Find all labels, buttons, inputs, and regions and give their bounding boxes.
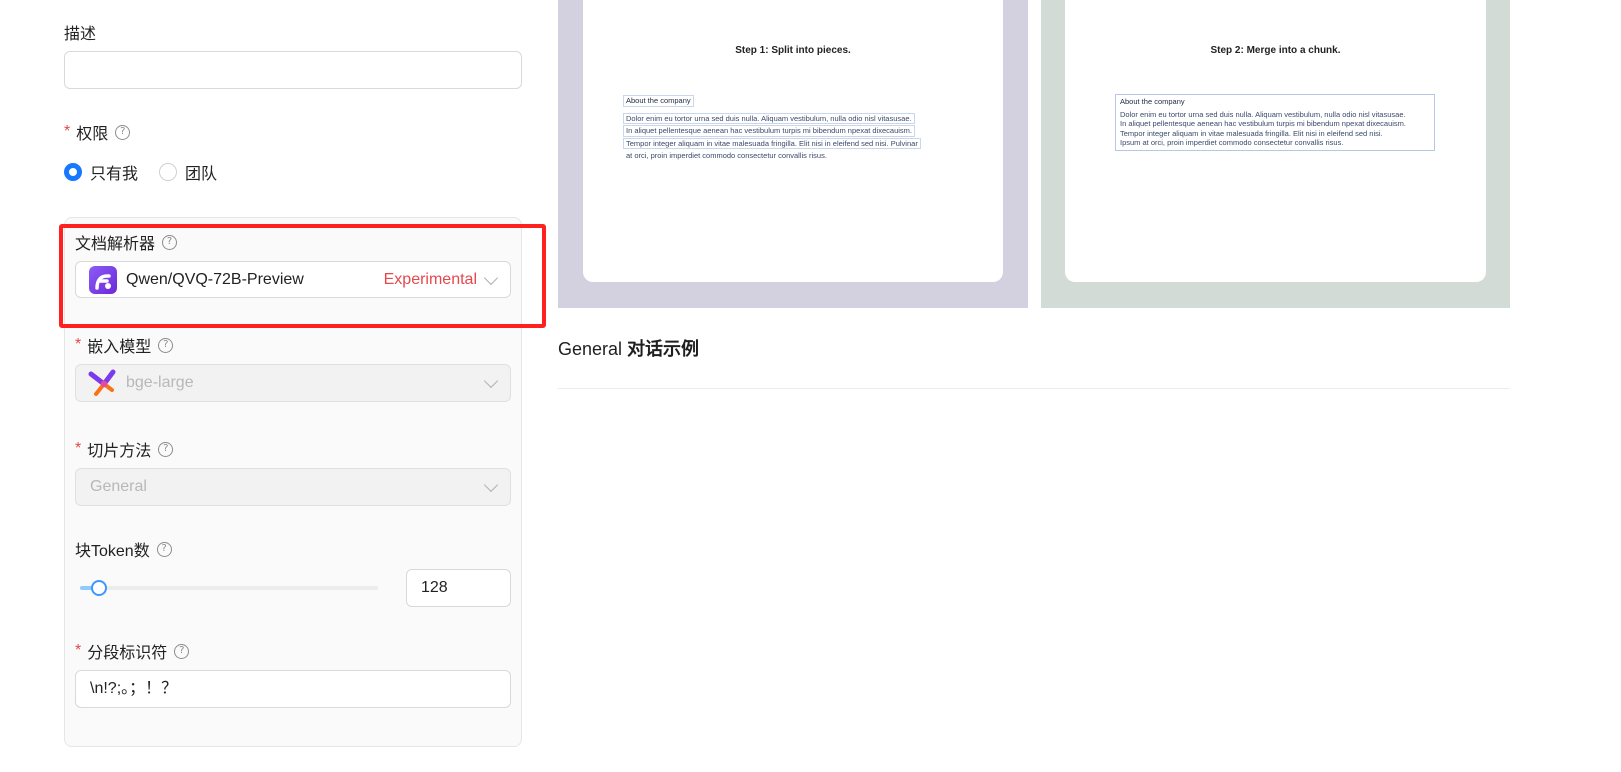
permission-option-only-me[interactable]: 只有我 — [64, 160, 138, 184]
embedding-select[interactable]: bge-large — [75, 364, 511, 402]
radio-unchecked-icon — [159, 163, 177, 181]
split-line: Tempor integer aliquam in vitae malesuad… — [623, 137, 921, 150]
split-preview-image: Step 1: Split into pieces. About the com… — [558, 0, 1028, 308]
merge-step-title: Step 2: Merge into a chunk. — [1210, 45, 1341, 56]
help-icon[interactable]: ? — [158, 441, 174, 457]
merge-line: Tempor integer aliquam in vitae malesuad… — [1120, 128, 1383, 138]
embedding-select-value: bge-large — [126, 374, 194, 391]
split-preview-card: Step 1: Split into pieces. About the com… — [583, 0, 1003, 282]
chunk-method-select-value: General — [90, 478, 147, 495]
permission-label: * 权限 ? — [64, 120, 131, 144]
help-icon[interactable]: ? — [158, 337, 174, 353]
section-title: General 对话示例 — [558, 339, 700, 359]
section-divider — [558, 388, 1510, 389]
chunk-method-label: * 切片方法 ? — [75, 437, 174, 461]
delimiter-label: * 分段标识符 ? — [75, 639, 190, 663]
delimiter-input-value: \n!?;。；！？ — [90, 680, 178, 697]
help-icon[interactable]: ? — [174, 643, 190, 659]
merged-chunk: About the company Dolor enim eu tortor u… — [1115, 94, 1435, 151]
description-input[interactable] — [64, 51, 522, 89]
radio-checked-icon — [64, 163, 82, 181]
required-mark: * — [75, 440, 82, 457]
merge-line: Dolor enim eu tortor urna sed duis nulla… — [1120, 109, 1406, 119]
merge-preview-image: Step 2: Merge into a chunk. About the co… — [1041, 0, 1510, 308]
description-label: 描述 — [64, 26, 97, 43]
merge-preview-card: Step 2: Merge into a chunk. About the co… — [1065, 0, 1486, 282]
chunk-method-select[interactable]: General — [75, 468, 511, 506]
chevron-down-icon — [483, 477, 499, 493]
merge-line: In aliquet pellentesque aenean hac vesti… — [1120, 119, 1407, 129]
split-line: In aliquet pellentesque aenean hac vesti… — [623, 125, 916, 137]
chunk-token-label: 块Token数 ? — [75, 537, 172, 561]
chevron-down-icon — [483, 373, 499, 389]
required-mark: * — [75, 642, 82, 659]
chunk-token-slider-handle[interactable] — [91, 580, 107, 596]
bge-model-icon — [88, 369, 116, 397]
highlight-annotation — [59, 224, 546, 328]
permission-option-team[interactable]: 团队 — [159, 160, 217, 184]
merge-line: Ipsum at orci, proin imperdiet commodo c… — [1120, 138, 1344, 148]
chunk-token-value: 128 — [421, 579, 448, 596]
embedding-label: * 嵌入模型 ? — [75, 333, 174, 357]
split-heading: About the company — [623, 95, 694, 107]
split-document: About the company Dolor enim eu tortor u… — [623, 95, 921, 163]
split-line: at orci, proin imperdiet commodo consect… — [626, 151, 827, 161]
chunk-token-slider-track[interactable] — [80, 586, 378, 590]
help-icon[interactable]: ? — [156, 541, 172, 557]
required-mark: * — [64, 123, 71, 140]
chunk-token-input[interactable]: 128 — [406, 569, 511, 607]
delimiter-input[interactable]: \n!?;。；！？ — [75, 670, 511, 708]
split-step-title: Step 1: Split into pieces. — [735, 45, 851, 56]
merge-heading: About the company — [1120, 97, 1185, 106]
required-mark: * — [75, 336, 82, 353]
split-line: Dolor enim eu tortor urna sed duis nulla… — [623, 112, 915, 125]
help-icon[interactable]: ? — [115, 124, 131, 140]
